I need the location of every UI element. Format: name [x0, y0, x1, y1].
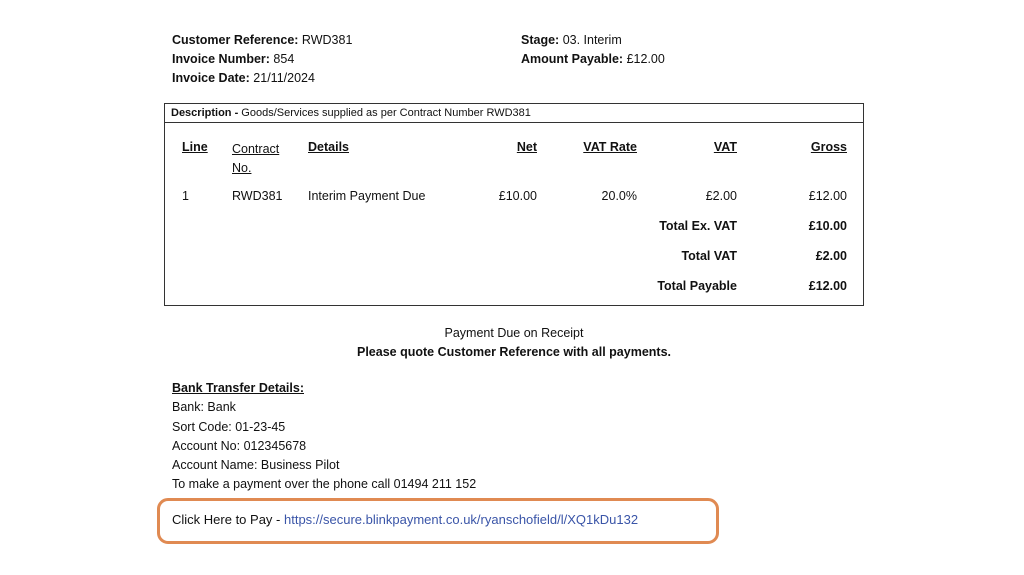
invoice-date-row: Invoice Date: 21/11/2024 [172, 71, 315, 85]
column-header-line: Line [182, 140, 208, 154]
bank-details: Bank Transfer Details: Bank: Bank Sort C… [172, 379, 476, 495]
row-line: 1 [182, 189, 189, 203]
invoice-table: Description - Goods/Services supplied as… [164, 103, 864, 306]
total-vat-label: Total VAT [681, 249, 737, 263]
customer-reference-value: RWD381 [301, 33, 353, 47]
invoice-header-right: Stage: 03. Interim Amount Payable: £12.0… [521, 31, 665, 69]
quote-reference-note: Please quote Customer Reference with all… [357, 345, 671, 359]
description-row: Description - Goods/Services supplied as… [165, 104, 863, 123]
column-header-vat-rate: VAT Rate [583, 140, 637, 154]
account-name: Account Name: Business Pilot [172, 458, 340, 473]
row-details: Interim Payment Due [308, 189, 426, 203]
row-gross: £12.00 [808, 189, 847, 203]
phone-payment: To make a payment over the phone call 01… [172, 477, 477, 492]
bank-name: Bank: Bank [172, 400, 236, 415]
row-vat: £2.00 [705, 189, 737, 203]
pay-row: Click Here to Pay - https://secure.blink… [172, 512, 638, 527]
invoice-number-row: Invoice Number: 854 [172, 52, 295, 66]
total-ex-vat-label: Total Ex. VAT [659, 219, 737, 233]
column-header-vat: VAT [713, 140, 737, 154]
column-header-gross: Gross [810, 140, 847, 154]
pay-link[interactable]: https://secure.blinkpayment.co.uk/ryansc… [284, 512, 638, 527]
sort-code: Sort Code: 01-23-45 [172, 419, 286, 434]
total-payable-label: Total Payable [657, 279, 737, 293]
pay-label: Click Here to Pay - [172, 512, 281, 527]
total-ex-vat-value: £10.00 [808, 219, 847, 233]
amount-payable-row: Amount Payable: £12.00 [521, 52, 665, 66]
invoice-date-value: 21/11/2024 [253, 71, 315, 85]
column-header-contract: Contract No. [232, 142, 280, 175]
stage-value: 03. Interim [562, 33, 622, 47]
total-payable-value: £12.00 [808, 279, 847, 293]
total-vat-value: £2.00 [815, 249, 847, 263]
bank-details-heading: Bank Transfer Details: [172, 381, 304, 395]
account-number: Account No: 012345678 [172, 438, 307, 453]
amount-payable-value: £12.00 [626, 52, 665, 66]
row-vat-rate: 20.0% [601, 189, 637, 203]
invoice-header-left: Customer Reference: RWD381 Invoice Numbe… [172, 31, 352, 88]
customer-reference-row: Customer Reference: RWD381 [172, 33, 353, 47]
column-header-details: Details [308, 140, 349, 154]
stage-row: Stage: 03. Interim [521, 33, 622, 47]
row-net: £10.00 [498, 189, 537, 203]
description-text: Goods/Services supplied as per Contract … [241, 107, 531, 119]
payment-due-note: Payment Due on Receipt [444, 326, 584, 340]
column-header-net: Net [516, 140, 537, 154]
row-contract: RWD381 [232, 189, 283, 203]
invoice-number-value: 854 [273, 52, 295, 66]
